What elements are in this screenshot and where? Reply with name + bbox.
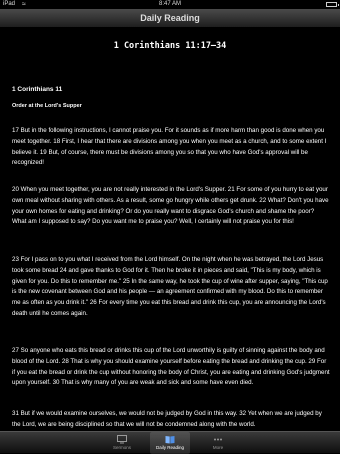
section-heading: Order at the Lord's Supper: [12, 103, 82, 109]
battery-icon: [326, 2, 339, 7]
tab-label: Daily Reading: [155, 445, 184, 450]
verse-paragraph: 31 But if we would examine ourselves, we…: [12, 410, 322, 428]
more-dots-icon: [214, 438, 222, 441]
status-bar: iPad ≈ 8:47 AM: [0, 0, 340, 9]
tab-more[interactable]: More: [198, 432, 238, 454]
verse-paragraph: 23 For I pass on to you what I received …: [12, 256, 328, 317]
tab-label: More: [212, 445, 224, 450]
book-icon: [165, 436, 175, 444]
verse-paragraph: 17 But in the following instructions, I …: [12, 127, 327, 167]
book-title: 1 Corinthians 11: [12, 86, 63, 93]
navigation-bar: Daily Reading: [0, 9, 340, 28]
tab-sermons[interactable]: Sermons: [102, 432, 142, 454]
reading-content[interactable]: 1 Corinthians 11:17–34 1 Corinthians 11 …: [0, 28, 340, 431]
tab-daily-reading[interactable]: Daily Reading: [150, 432, 190, 454]
clock: 8:47 AM: [158, 1, 181, 7]
verse-paragraph: 27 So anyone who eats this bread or drin…: [12, 347, 330, 387]
verse-paragraph: 20 When you meet together, you are not r…: [12, 186, 329, 226]
nav-title: Daily Reading: [140, 13, 200, 23]
chapter-title: 1 Corinthians 11:17–34: [113, 41, 227, 51]
monitor-icon: [117, 435, 127, 444]
tab-label: Sermons: [112, 445, 131, 450]
tab-bar: Sermons Daily Reading More: [0, 431, 340, 454]
